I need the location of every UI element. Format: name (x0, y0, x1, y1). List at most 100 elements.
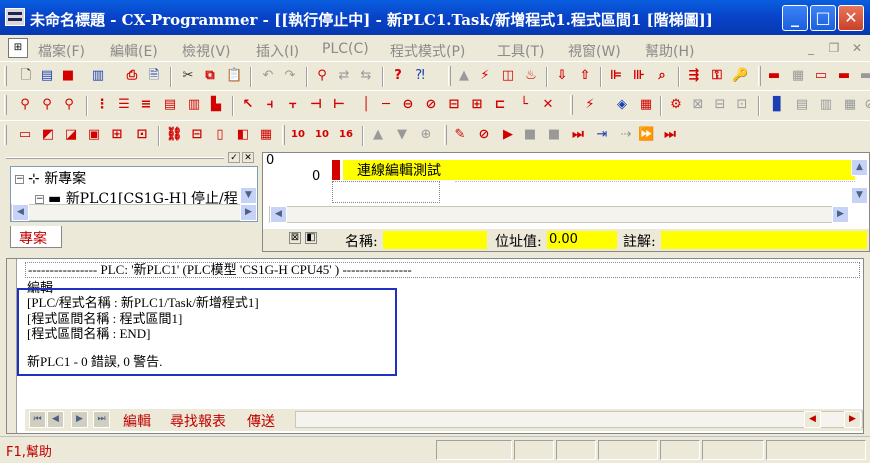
monitor-rung-icon[interactable]: ▙ (208, 97, 224, 113)
menu-edit[interactable]: 編輯(E) (110, 41, 158, 61)
menu-program-mode[interactable]: 程式模式(P) (390, 41, 465, 61)
print-icon[interactable]: ⎙ (124, 68, 140, 84)
rung-icon[interactable]: ▥ (186, 97, 202, 113)
name-field[interactable] (383, 231, 487, 249)
undo-icon[interactable]: ↶ (260, 68, 276, 84)
output-scroll-right-icon[interactable]: ▶ (844, 411, 861, 428)
instruction-icon[interactable]: ⊟ (446, 97, 462, 113)
scroll-right-icon[interactable]: ▶ (240, 204, 257, 221)
ladder-diagram[interactable]: 0 0 連線編輯測試 ▲ ▼ ◀ ▶ ⊠ ◧ 名稱: 位址值: 0.00 註解: (262, 152, 870, 252)
ladder-scroll-right-icon[interactable]: ▶ (832, 206, 849, 223)
rung-comment[interactable]: 連線編輯測試 (343, 160, 855, 180)
coil-nc-icon[interactable]: ⊘ (423, 97, 439, 113)
output-scrollbar[interactable]: ◀ ▶ (295, 411, 863, 428)
redo-icon[interactable]: ↷ (282, 68, 298, 84)
grid-icon[interactable]: ⋮ (94, 97, 110, 113)
copy-icon[interactable]: ⧉ (202, 68, 218, 84)
scroll-left-icon[interactable]: ◀ (12, 204, 29, 221)
help-icon[interactable]: ? (390, 68, 406, 84)
tab-last-icon[interactable]: ⏭ (93, 411, 110, 428)
minimize-button[interactable]: _ (782, 5, 808, 31)
panel-dock-icon[interactable]: ✓ (228, 152, 240, 163)
step-10-icon[interactable]: 10 (290, 127, 306, 143)
project-window-icon[interactable]: ▭ (17, 127, 33, 143)
program-view-icon[interactable]: ▦ (258, 127, 274, 143)
symbol-icon[interactable]: ◈ (614, 97, 630, 113)
stop-icon[interactable]: ■ (522, 127, 538, 143)
online-edit-icon[interactable]: ✎ (452, 127, 468, 143)
pt-contact-icon[interactable]: ⊞ (469, 97, 485, 113)
title-bar[interactable]: 未命名標題 - CX-Programmer - [[執行停止中] - 新PLC1… (0, 0, 870, 35)
mnemonic-view-icon[interactable]: ◧ (235, 127, 251, 143)
tree-item-project[interactable]: − ⊹ 新專案 (15, 168, 86, 188)
output-grip[interactable] (7, 259, 17, 433)
view-2-icon[interactable]: ▥ (818, 97, 834, 113)
tab-next-icon[interactable]: ▶ (71, 411, 88, 428)
panel-close-icon[interactable]: ✕ (242, 152, 254, 163)
ladder-scroll-up-icon[interactable]: ▲ (851, 159, 868, 176)
table-icon[interactable]: ▤ (162, 97, 178, 113)
verify-icon[interactable]: ⊪ (631, 68, 647, 84)
plc-link-icon[interactable]: ▬ (836, 68, 852, 84)
mdi-restore-button[interactable]: ❐ (826, 41, 842, 55)
step-into-icon[interactable]: ⇥ (594, 127, 610, 143)
comment-field[interactable] (661, 231, 867, 249)
transfer-icon[interactable]: ⇶ (686, 68, 702, 84)
find-icon[interactable]: ⚲ (314, 68, 330, 84)
force-icon[interactable]: ♨ (523, 68, 539, 84)
bit-icon[interactable]: └ (516, 97, 532, 113)
tree-scroll-down-icon[interactable]: ▼ (240, 187, 257, 204)
ladder-cursor[interactable] (332, 181, 440, 203)
cut-icon[interactable]: ✂ (180, 68, 196, 84)
project-tab[interactable]: 專案 (10, 226, 62, 248)
tab-prev-icon[interactable]: ◀ (47, 411, 64, 428)
tab-find-report[interactable]: 尋找報表 (170, 411, 226, 431)
edit-ref-icon[interactable]: ⊡ (734, 97, 750, 113)
plc-grid-icon[interactable]: ▦ (790, 68, 806, 84)
menu-view[interactable]: 檢視(V) (182, 41, 231, 61)
settings-icon[interactable]: ⚙ (668, 97, 684, 113)
column-icon[interactable]: ▊ (770, 97, 786, 113)
view-3-icon[interactable]: ▦ (842, 97, 858, 113)
memory-view-icon[interactable]: ⊟ (189, 127, 205, 143)
print-preview-icon[interactable]: 🗎 (146, 68, 162, 84)
tab-transfer[interactable]: 傳送 (247, 411, 275, 431)
split-left-icon[interactable]: ⊠ (289, 232, 301, 244)
document-icon[interactable]: ⊞ (8, 38, 28, 58)
tab-first-icon[interactable]: ⏮ (29, 411, 46, 428)
ld-icon[interactable]: ⊏ (492, 97, 508, 113)
replace-icon[interactable]: ⇄ (336, 68, 352, 84)
key-icon[interactable]: 🔑 (732, 68, 748, 84)
view-4-icon[interactable]: ⊘ (862, 97, 870, 113)
menu-file[interactable]: 檔案(F) (38, 41, 85, 61)
output-scroll-left-icon[interactable]: ◀ (804, 411, 821, 428)
zoom-out-icon[interactable]: ⚲ (17, 97, 33, 113)
data-up-icon[interactable]: ▲ (370, 127, 386, 143)
fast-forward-icon[interactable]: ⏩ (638, 127, 654, 143)
comment-icon[interactable]: ☰ (116, 97, 132, 113)
menu-plc[interactable]: PLC(C) (322, 41, 369, 57)
horizontal-line-icon[interactable]: ─ (378, 97, 394, 113)
close-button[interactable]: ✕ (838, 5, 864, 31)
download-icon[interactable]: ⇩ (554, 68, 570, 84)
tree-scrollbar[interactable]: ◀ ▶ (11, 204, 257, 221)
collapse-icon[interactable]: − (35, 194, 44, 204)
protect-icon[interactable]: ⚿ (709, 68, 725, 84)
mdi-close-button[interactable]: ✕ (849, 41, 865, 55)
maximize-button[interactable]: □ (810, 5, 836, 31)
run-icon[interactable]: ▶ (500, 127, 516, 143)
mdi-minimize-button[interactable]: _ (803, 41, 819, 55)
new-file-icon[interactable]: 🗋 (18, 68, 34, 84)
plc-network-icon[interactable]: ▭ (813, 68, 829, 84)
ladder-view-icon[interactable]: ▯ (212, 127, 228, 143)
data-down-icon[interactable]: ▼ (394, 127, 410, 143)
plc-view-icon[interactable]: ▬ (766, 68, 782, 84)
cross-ref-icon[interactable]: ⊠ (690, 97, 706, 113)
find-address-icon[interactable]: ⇆ (358, 68, 374, 84)
paste-icon[interactable]: 📋 (226, 68, 242, 84)
list-icon[interactable]: ≡ (138, 97, 154, 113)
zoom-in-icon[interactable]: ⚲ (39, 97, 55, 113)
output-window-icon[interactable]: ◩ (40, 127, 56, 143)
step-10b-icon[interactable]: 10 (314, 127, 330, 143)
project-tree[interactable]: − ⊹ 新專案 − ▬ 新PLC1[CS1G-H] 停止/程 ▼ ◀ ▶ (10, 166, 258, 222)
